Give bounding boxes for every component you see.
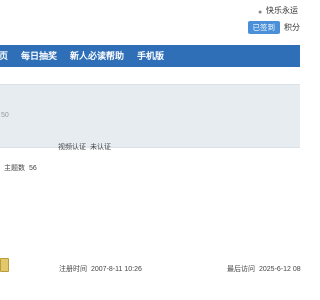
video-auth-info: 视频认证 未认证 [58,142,111,152]
last-visit-label: 最后访问 [227,266,255,273]
register-label: 注册时间 [59,266,87,273]
register-value: 2007-8-11 10:26 [91,266,142,273]
nav-item-daily-lottery[interactable]: 每日抽奖 [21,45,57,67]
last-visit-info: 最后访问 2025-6-12 08 [227,264,301,274]
nav-item-newbie-help[interactable]: 新人必读帮助 [70,45,124,67]
topics-info: 主题数 56 [4,163,37,173]
topics-label: 主题数 [4,165,25,172]
status-row: 已签到 积分 [247,21,300,34]
last-visit-value: 2025-6-12 08 [259,266,301,273]
top-bar: ● 快乐永运 已签到 积分 [0,0,300,38]
register-info: 注册时间 2007-8-11 10:26 [59,264,142,274]
video-auth-label: 视频认证 [58,144,86,151]
band-number: 50 [1,112,9,119]
user-icon: ● [258,9,263,16]
nav-item-mobile[interactable]: 手机版 [137,45,164,67]
main-nav: 页 每日抽奖 新人必读帮助 手机版 [0,45,300,67]
profile-header-band: 50 [0,84,300,148]
points-link[interactable]: 积分 [284,23,300,32]
signed-button[interactable]: 已签到 [247,21,280,34]
medal-icon [0,258,9,272]
video-auth-value: 未认证 [90,144,111,151]
username-link[interactable]: 快乐永运 [266,6,298,15]
user-info: ● 快乐永运 [258,5,298,16]
topics-value[interactable]: 56 [29,165,37,172]
nav-item-home[interactable]: 页 [0,45,8,67]
